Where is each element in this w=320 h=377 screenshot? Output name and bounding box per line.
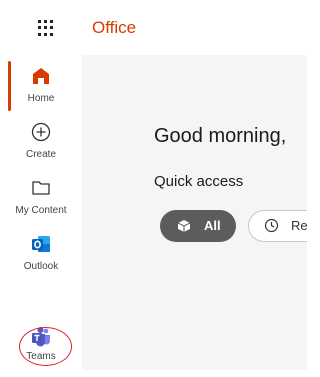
home-icon bbox=[0, 65, 82, 87]
filter-all-button[interactable]: All bbox=[160, 210, 236, 242]
app-launcher-icon[interactable] bbox=[38, 20, 54, 36]
left-rail: Home Create My Content Outlook Teams bbox=[0, 55, 82, 370]
quick-access-title: Quick access bbox=[154, 173, 244, 190]
rail-item-label: Home bbox=[27, 93, 55, 104]
rail-item-home[interactable]: Home bbox=[0, 57, 82, 113]
outlook-icon bbox=[0, 233, 82, 255]
cube-icon bbox=[177, 219, 191, 236]
main-content: Good morning, Quick access All Re bbox=[82, 55, 307, 370]
clock-icon bbox=[264, 218, 279, 236]
rail-item-outlook[interactable]: Outlook bbox=[0, 225, 82, 281]
rail-item-label: Outlook bbox=[23, 261, 59, 272]
filter-label: All bbox=[204, 218, 221, 233]
greeting-heading: Good morning, bbox=[154, 125, 287, 147]
rail-item-create[interactable]: Create bbox=[0, 113, 82, 169]
top-bar: Office bbox=[0, 0, 307, 55]
filter-label: Re bbox=[291, 218, 307, 233]
rail-item-label: My Content bbox=[15, 205, 67, 216]
plus-circle-icon bbox=[0, 121, 82, 143]
office-brand[interactable]: Office bbox=[92, 18, 136, 38]
folder-icon bbox=[0, 177, 82, 199]
rail-item-my-content[interactable]: My Content bbox=[0, 169, 82, 225]
rail-item-label: Create bbox=[25, 149, 56, 160]
highlight-circle bbox=[19, 327, 72, 366]
filter-recent-button[interactable]: Re bbox=[248, 210, 307, 242]
